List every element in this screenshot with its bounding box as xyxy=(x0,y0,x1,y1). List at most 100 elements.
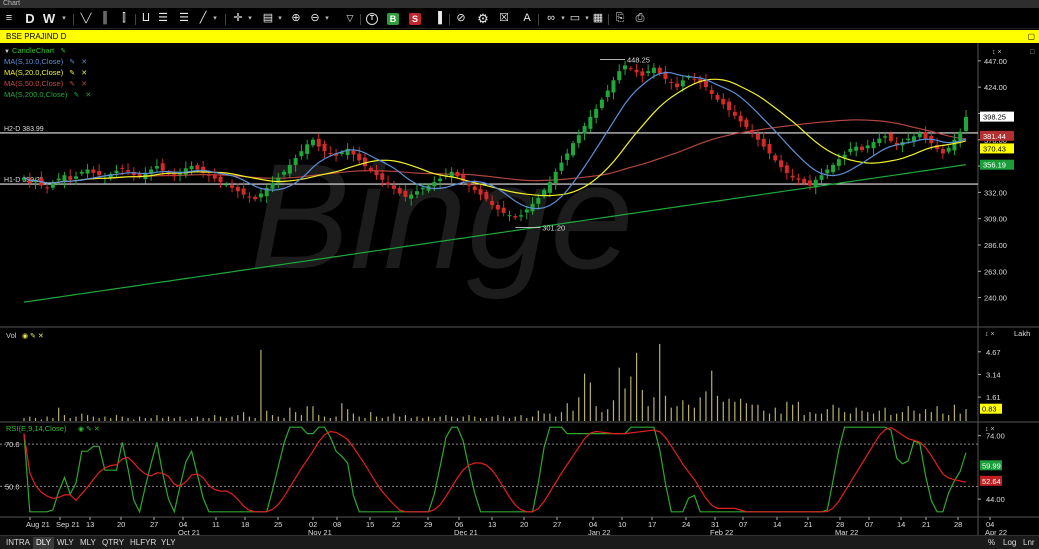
candle-body xyxy=(628,68,633,70)
candle-body xyxy=(923,131,928,139)
pane-controls-icon: ↕ × xyxy=(992,49,1002,56)
candle-body xyxy=(414,191,419,195)
legend-ma10[interactable]: MA(S,10.0,Close) ✎ ✕ xyxy=(4,57,87,68)
week-period-button[interactable]: W xyxy=(42,11,56,26)
remove-x-icon[interactable]: ✕ xyxy=(81,80,87,90)
candle-body xyxy=(380,173,385,180)
candle-body xyxy=(888,133,893,141)
link-icon[interactable]: ∞ xyxy=(544,11,558,26)
candle-body xyxy=(559,162,564,171)
line-chart-icon[interactable]: ╲╱ xyxy=(78,11,94,26)
zoom-out-icon[interactable]: ⊖ xyxy=(309,11,321,26)
log-scale-button[interactable]: Log xyxy=(1003,537,1016,549)
candle-body xyxy=(675,83,680,88)
edit-pencil-icon[interactable]: ✎ xyxy=(69,58,75,68)
toolbar-divider xyxy=(360,14,361,25)
xaxis-month-label: Apr 22 xyxy=(985,528,1007,535)
legend-ma20-label: MA(S,20.0,Close) xyxy=(4,68,64,77)
maximize-icon[interactable]: ▢ xyxy=(1027,30,1035,43)
xaxis-day-label: 07 xyxy=(739,520,747,529)
edit-pencil-icon[interactable]: ✎ xyxy=(73,91,79,101)
hide-icon[interactable]: ⊘ xyxy=(455,11,467,26)
candle-body xyxy=(940,148,945,154)
link-caret-icon[interactable]: ▾ xyxy=(559,11,567,26)
price-badge-label: 398.25 xyxy=(983,113,1006,122)
tab-quarterly[interactable]: QTRY xyxy=(99,537,127,549)
percent-scale-button[interactable]: % xyxy=(988,537,995,549)
candle-chart-icon[interactable]: ⫿ xyxy=(118,11,130,26)
crosshair-icon[interactable]: ✛ xyxy=(232,11,244,26)
indicators-icon[interactable]: ⨿ xyxy=(140,11,152,26)
xaxis-day-label: 13 xyxy=(488,520,496,529)
xaxis-day-label: 27 xyxy=(150,520,158,529)
zoom-in-icon[interactable]: ⊕ xyxy=(290,11,302,26)
legend-collapse-icon[interactable]: ▼ xyxy=(4,49,10,55)
draw-caret-icon[interactable]: ▾ xyxy=(211,11,219,26)
day-period-button[interactable]: D xyxy=(24,11,36,26)
chart-type-icon[interactable]: ☰ xyxy=(157,11,169,26)
legend-candlechart[interactable]: ▼ CandleChart ✎ xyxy=(4,46,66,57)
draw-tool-icon[interactable]: ╱ xyxy=(197,11,209,26)
window-caret-icon[interactable]: ▾ xyxy=(583,11,591,26)
sell-button[interactable]: S xyxy=(409,13,421,25)
window-icon[interactable]: ▭ xyxy=(569,11,581,26)
period-caret-icon[interactable]: ▾ xyxy=(60,11,68,26)
xaxis-month-label: Dec 21 xyxy=(454,528,478,535)
grid-icon[interactable]: ▦ xyxy=(592,11,604,26)
filter-icon[interactable]: ▽ xyxy=(344,11,356,26)
tab-weekly[interactable]: WLY xyxy=(54,537,77,549)
candle-body xyxy=(565,153,570,160)
text-tool-icon[interactable]: A xyxy=(521,11,533,26)
candle-body xyxy=(253,196,258,200)
layout-icon[interactable]: ▤ xyxy=(262,11,274,26)
linear-scale-button[interactable]: Lnr xyxy=(1023,537,1035,549)
candle-body xyxy=(646,71,651,73)
bar-chart-icon[interactable]: ║ xyxy=(99,11,111,26)
settings-gear-icon[interactable]: ⚙ xyxy=(476,11,490,26)
price-badge-label: 370.43 xyxy=(983,144,1006,153)
edit-pencil-icon[interactable]: ✎ xyxy=(69,80,75,90)
legend-ma200[interactable]: MA(S,200.0,Close) ✎ ✕ xyxy=(4,90,91,101)
menu-icon[interactable]: ≡ xyxy=(3,11,15,26)
layout-caret-icon[interactable]: ▾ xyxy=(276,11,284,26)
trade-icon[interactable]: T xyxy=(366,13,378,25)
tab-daily[interactable]: DLY xyxy=(33,537,54,549)
candle-body xyxy=(917,132,922,138)
legend-ma20[interactable]: MA(S,20.0,Close) ✎ ✕ xyxy=(4,68,87,79)
remove-x-icon[interactable]: ✕ xyxy=(85,91,91,101)
remove-x-icon[interactable]: ✕ xyxy=(81,69,87,79)
candle-body xyxy=(432,182,437,187)
rsi-label: RSI(E,9,14,Close) xyxy=(6,424,67,433)
list-icon[interactable]: ☰ xyxy=(178,11,190,26)
market-depth-icon[interactable]: ▐ xyxy=(432,11,444,26)
xaxis-day-label: 08 xyxy=(333,520,341,529)
tab-intra[interactable]: INTRA xyxy=(3,537,33,549)
remove-x-icon[interactable]: ✕ xyxy=(81,58,87,68)
symbol-bar: BSE PRAJIND D ▢ xyxy=(0,30,1039,43)
edit-pencil-icon[interactable]: ✎ xyxy=(69,69,75,79)
candle-body xyxy=(680,80,685,87)
edit-pencil-icon[interactable]: ✎ xyxy=(60,47,66,57)
print-icon[interactable]: ⎙ xyxy=(634,11,646,26)
legend-ma50[interactable]: MA(S,50.0,Close) ✎ ✕ xyxy=(4,79,87,90)
volume-tick-label: 1.61 xyxy=(986,393,1001,402)
zoom-caret-icon[interactable]: ▾ xyxy=(323,11,331,26)
xaxis-day-label: 07 xyxy=(865,520,873,529)
tab-monthly[interactable]: MLY xyxy=(77,537,99,549)
candle-body xyxy=(831,164,836,173)
toolbar-divider xyxy=(449,14,450,25)
crosshair-caret-icon[interactable]: ▾ xyxy=(246,11,254,26)
delete-icon[interactable]: ☒ xyxy=(498,11,510,26)
candle-body xyxy=(605,90,610,97)
rsi-level-50: 50.0 xyxy=(5,482,20,491)
xaxis-day-label: 10 xyxy=(618,520,626,529)
candle-body xyxy=(692,78,697,80)
candle-body xyxy=(195,165,200,170)
export-icon[interactable]: ⎘ xyxy=(614,11,626,26)
buy-button[interactable]: B xyxy=(387,13,399,25)
xaxis-day-label: 25 xyxy=(274,520,282,529)
tab-half-yearly[interactable]: HLFYR xyxy=(127,537,159,549)
candle-body xyxy=(507,215,512,217)
tab-yearly[interactable]: YLY xyxy=(158,537,179,549)
chart-canvas[interactable]: Binge447.00424.00401.00378.00355.00332.0… xyxy=(0,43,1039,535)
